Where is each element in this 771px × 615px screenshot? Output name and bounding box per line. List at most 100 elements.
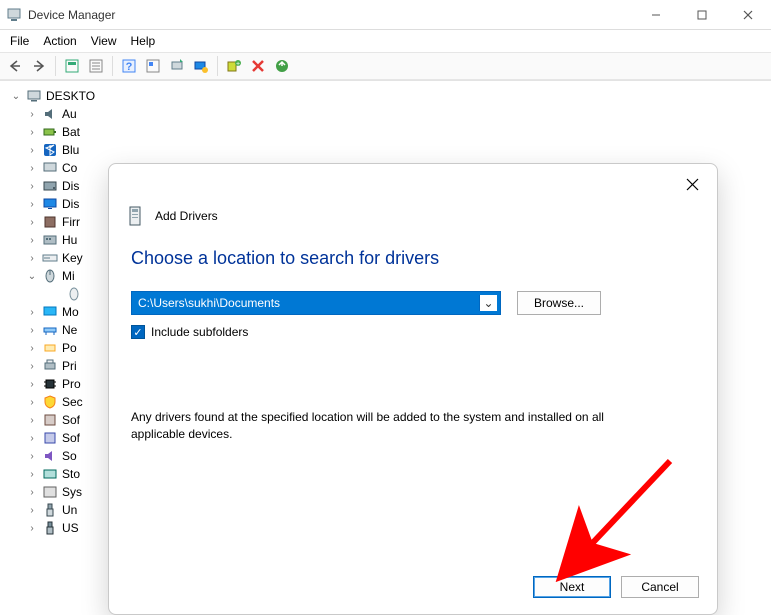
path-combobox[interactable]: ⌄: [131, 291, 501, 315]
tree-item-label: Au: [62, 107, 77, 121]
include-subfolders-label: Include subfolders: [151, 325, 248, 339]
network-icon: [42, 322, 58, 338]
device-manager-icon: [6, 7, 22, 23]
tree-item[interactable]: › Bat: [4, 123, 767, 141]
computer-icon: [42, 160, 58, 176]
expand-icon[interactable]: ›: [26, 505, 38, 516]
menu-file[interactable]: File: [10, 34, 29, 48]
usb2-icon: [42, 520, 58, 536]
tree-item-label: So: [62, 449, 77, 463]
help-button[interactable]: ?: [118, 55, 140, 77]
expand-icon[interactable]: ›: [26, 325, 38, 336]
tree-item-label: Key: [62, 251, 83, 265]
path-input[interactable]: [131, 291, 501, 315]
add-driver-button[interactable]: +: [223, 55, 245, 77]
back-button[interactable]: [4, 55, 26, 77]
include-subfolders-checkbox[interactable]: ✓: [131, 325, 145, 339]
printer-icon: [42, 358, 58, 374]
software-icon: [42, 412, 58, 428]
tree-item-label: Bat: [62, 125, 80, 139]
tool-5[interactable]: [142, 55, 164, 77]
scan-hardware-button[interactable]: [166, 55, 188, 77]
expand-icon[interactable]: ›: [26, 307, 38, 318]
dialog-close-button[interactable]: [677, 172, 707, 196]
processor-icon: [42, 376, 58, 392]
dialog-heading: Choose a location to search for drivers: [109, 226, 717, 269]
maximize-button[interactable]: [679, 0, 725, 30]
next-button[interactable]: Next: [533, 576, 611, 598]
enable-device-button[interactable]: [271, 55, 293, 77]
properties-button[interactable]: [85, 55, 107, 77]
expand-icon[interactable]: ›: [26, 217, 38, 228]
disk-icon: [42, 178, 58, 194]
include-subfolders-row[interactable]: ✓ Include subfolders: [131, 325, 695, 339]
separator: [112, 56, 113, 76]
tree-item-label: Pri: [62, 359, 77, 373]
expand-icon[interactable]: ›: [26, 361, 38, 372]
expand-icon[interactable]: ›: [26, 145, 38, 156]
tree-item-label: Hu: [62, 233, 77, 247]
content-area: ⌄ DESKTO ›Au›Bat›Blu›Co›Dis›Dis›Firr›Hu›…: [0, 80, 771, 565]
titlebar: Device Manager: [0, 0, 771, 30]
browse-button[interactable]: Browse...: [517, 291, 601, 315]
expand-icon[interactable]: ›: [26, 181, 38, 192]
tree-item-label: Pro: [62, 377, 81, 391]
system-icon: [42, 484, 58, 500]
tree-item-label: Ne: [62, 323, 77, 337]
expand-icon[interactable]: ›: [26, 397, 38, 408]
expand-icon[interactable]: ›: [26, 415, 38, 426]
expand-icon[interactable]: ›: [26, 127, 38, 138]
tree-item-label: Sof: [62, 431, 80, 445]
update-driver-button[interactable]: [190, 55, 212, 77]
expand-icon[interactable]: ›: [26, 379, 38, 390]
battery-icon: [42, 124, 58, 140]
menu-view[interactable]: View: [91, 34, 117, 48]
expand-icon[interactable]: ⌄: [26, 271, 38, 282]
tree-item-label: Po: [62, 341, 77, 355]
tree-item[interactable]: › Au: [4, 105, 767, 123]
usb-icon: [42, 502, 58, 518]
expand-icon[interactable]: ›: [26, 253, 38, 264]
tree-item-label: Mo: [62, 305, 79, 319]
expand-icon[interactable]: ›: [26, 433, 38, 444]
hid-icon: [42, 232, 58, 248]
expand-icon[interactable]: ›: [26, 163, 38, 174]
expand-icon[interactable]: ›: [26, 523, 38, 534]
svg-text:+: +: [236, 61, 240, 68]
menu-help[interactable]: Help: [131, 34, 156, 48]
audio-icon: [42, 106, 58, 122]
expand-icon[interactable]: ›: [26, 487, 38, 498]
minimize-button[interactable]: [633, 0, 679, 30]
close-button[interactable]: [725, 0, 771, 30]
tree-item[interactable]: ›Blu: [4, 141, 767, 159]
separator: [55, 56, 56, 76]
tree-item-label: Sec: [62, 395, 83, 409]
expand-icon[interactable]: ›: [26, 235, 38, 246]
monitor-icon: [42, 304, 58, 320]
toolbar: ? +: [0, 52, 771, 80]
window-controls: [633, 0, 771, 30]
port-icon: [42, 340, 58, 356]
collapse-icon[interactable]: ⌄: [10, 91, 22, 102]
expand-icon[interactable]: ›: [26, 451, 38, 462]
uninstall-device-button[interactable]: [247, 55, 269, 77]
window-title: Device Manager: [28, 8, 115, 22]
svg-text:?: ?: [126, 61, 133, 73]
tree-item-label: Sof: [62, 413, 80, 427]
expand-icon[interactable]: ›: [26, 343, 38, 354]
tree-root[interactable]: ⌄ DESKTO: [4, 87, 767, 105]
show-hidden-button[interactable]: [61, 55, 83, 77]
cancel-button[interactable]: Cancel: [621, 576, 699, 598]
menu-action[interactable]: Action: [43, 34, 76, 48]
expand-icon[interactable]: ›: [26, 109, 38, 120]
forward-button[interactable]: [28, 55, 50, 77]
display-icon: [42, 196, 58, 212]
keyboard-icon: [42, 250, 58, 266]
software2-icon: [42, 430, 58, 446]
driver-icon: [127, 206, 145, 226]
tree-item-label: Co: [62, 161, 77, 175]
expand-icon[interactable]: ›: [26, 199, 38, 210]
dialog-description: Any drivers found at the specified locat…: [109, 339, 669, 444]
tree-item-label: Dis: [62, 197, 79, 211]
expand-icon[interactable]: ›: [26, 469, 38, 480]
